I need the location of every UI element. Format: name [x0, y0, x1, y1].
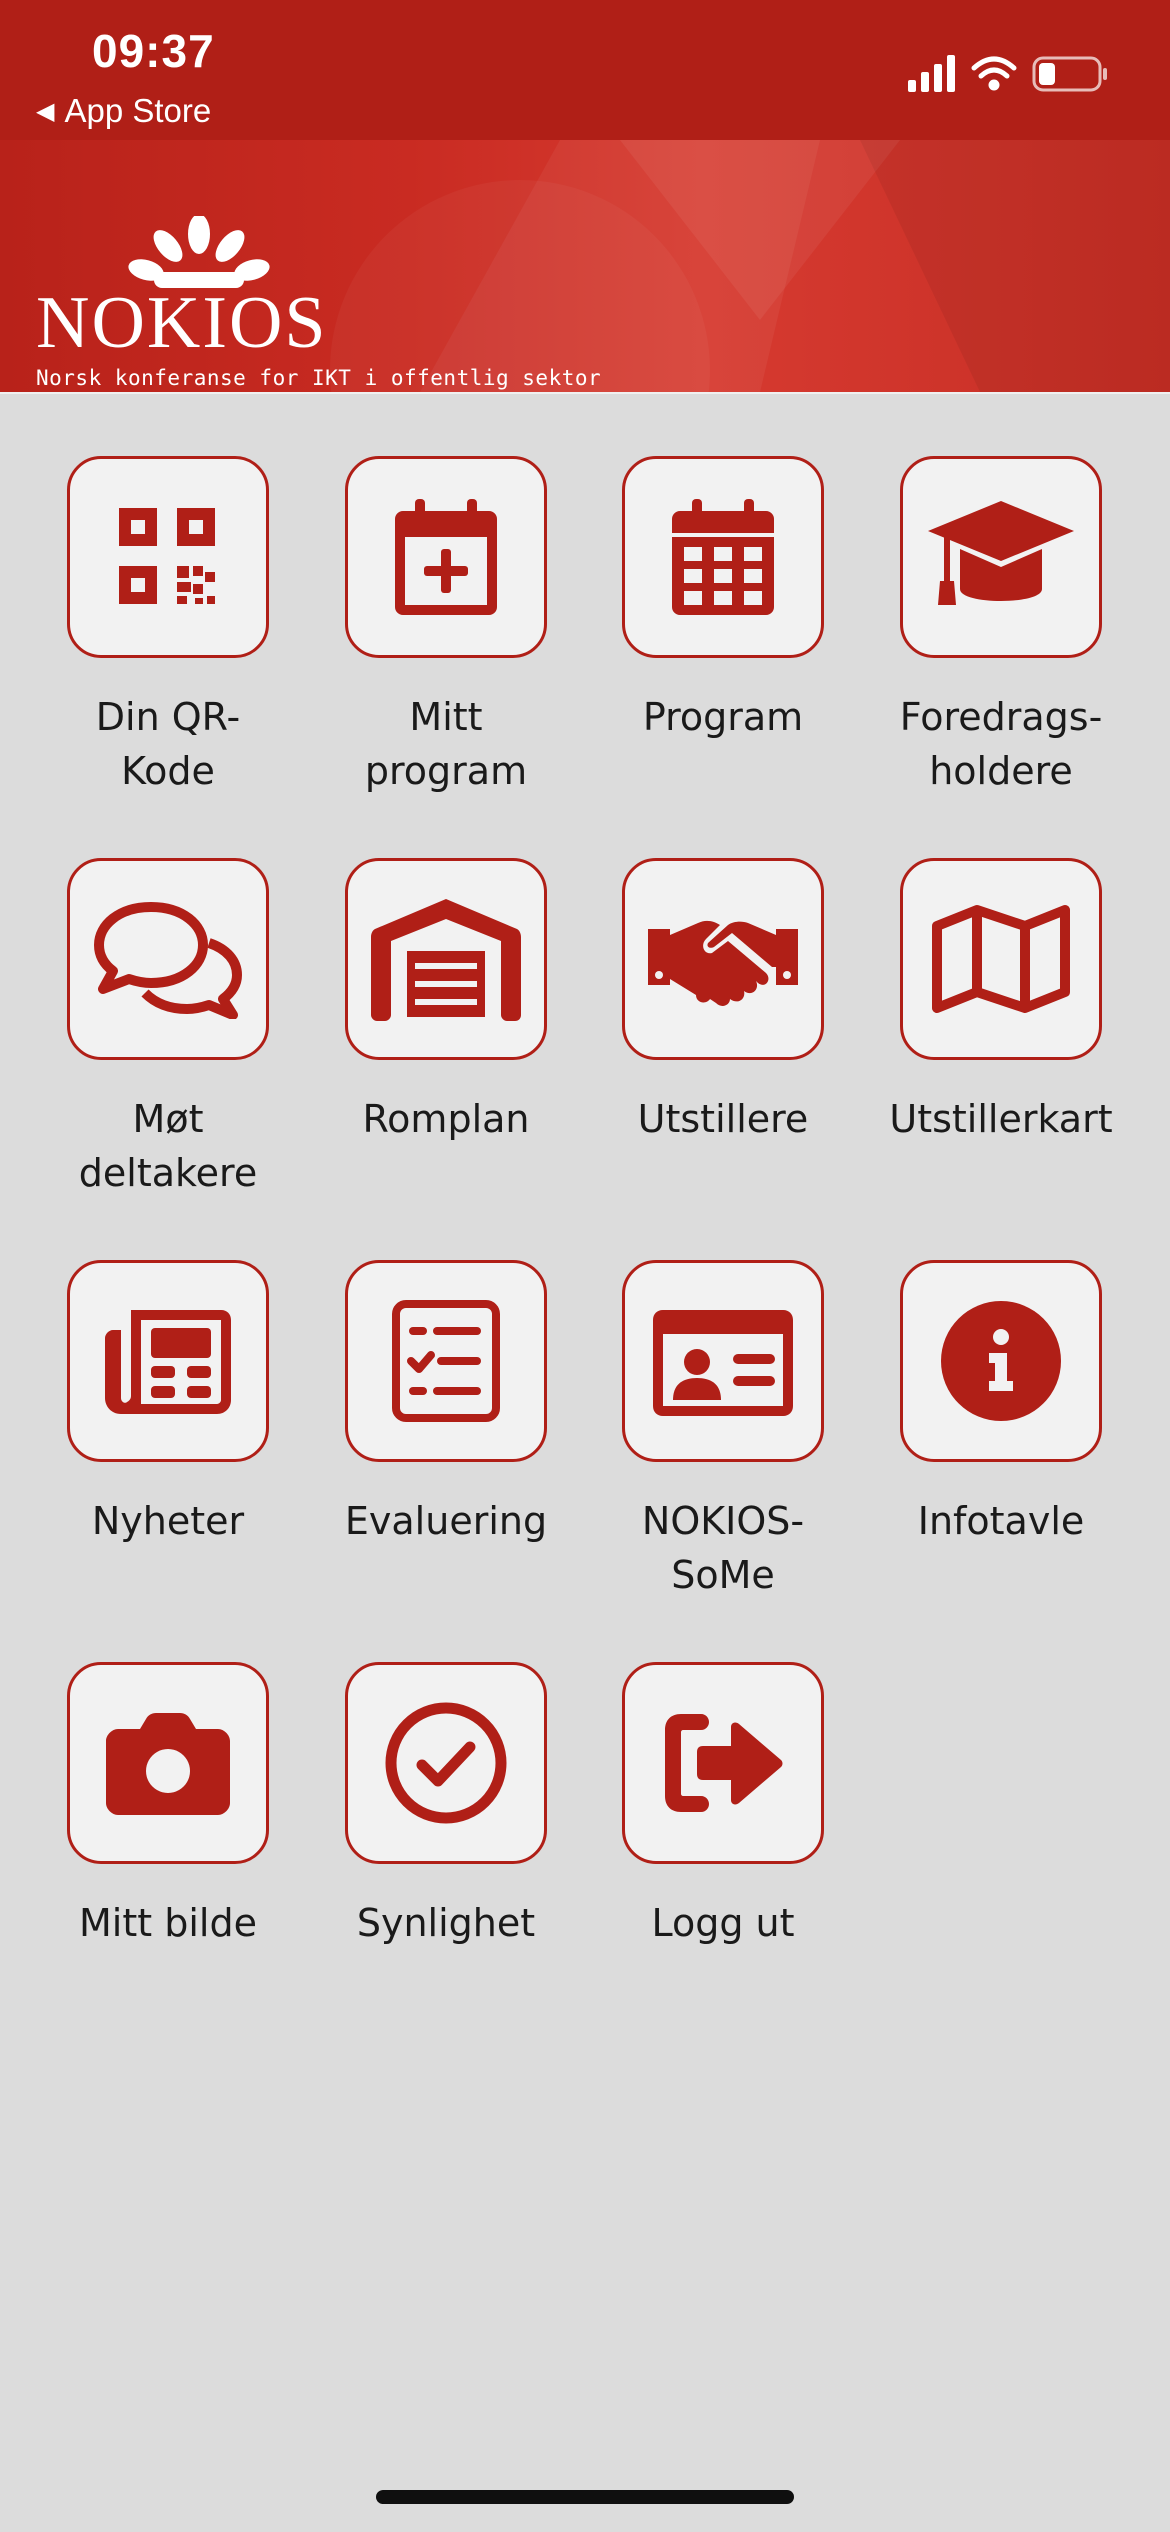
checklist-icon: [392, 1300, 500, 1422]
tile-box[interactable]: [900, 1260, 1102, 1462]
id-card-icon: [653, 1310, 793, 1416]
chat-bubbles-icon: [94, 902, 242, 1019]
tile-label: Utstillere: [637, 1097, 809, 1141]
tile-box[interactable]: [345, 1260, 547, 1462]
newspaper-icon: [105, 1310, 231, 1414]
tile-label: Evaluering: [344, 1499, 548, 1543]
tile-foredragsholdere[interactable]: Foredrags- holdere: [862, 456, 1140, 798]
wifi-icon: [971, 56, 1017, 91]
tile-nyheter[interactable]: Nyheter: [29, 1260, 307, 1548]
battery-icon: [1032, 56, 1107, 92]
tile-box[interactable]: [345, 858, 547, 1060]
tile-box[interactable]: [622, 1662, 824, 1864]
status-icons: [908, 55, 1107, 92]
tile-label: NOKIOS- SoMe: [641, 1499, 805, 1597]
tile-box[interactable]: [67, 1662, 269, 1864]
status-time: 09:37: [92, 25, 215, 77]
tile-nokios-some[interactable]: NOKIOS- SoMe: [584, 1260, 862, 1602]
home-indicator[interactable]: [376, 2490, 794, 2504]
tile-mitt-program[interactable]: Mitt program: [307, 456, 585, 798]
tile-label: Synlighet: [356, 1901, 536, 1945]
tile-box[interactable]: [345, 456, 547, 658]
camera-icon: [106, 1713, 230, 1815]
signal-icon: [908, 55, 955, 92]
tile-box[interactable]: [900, 456, 1102, 658]
tile-label: Infotavle: [917, 1499, 1085, 1543]
tile-label: Møt deltakere: [78, 1097, 258, 1195]
tile-mitt-bilde[interactable]: Mitt bilde: [29, 1662, 307, 1950]
back-to-app-store[interactable]: ◀ App Store: [36, 92, 211, 130]
tile-utstillere[interactable]: Utstillere: [584, 858, 862, 1146]
tile-box[interactable]: [622, 456, 824, 658]
tile-synlighet[interactable]: Synlighet: [307, 1662, 585, 1950]
tile-label: Mitt program: [364, 695, 528, 793]
tile-box[interactable]: [67, 456, 269, 658]
tile-label: Logg ut: [651, 1901, 795, 1945]
tile-infotavle[interactable]: Infotavle: [862, 1260, 1140, 1548]
tile-box[interactable]: [622, 858, 824, 1060]
handshake-icon: [648, 920, 798, 1006]
map-icon: [932, 905, 1070, 1013]
tile-utstillerkart[interactable]: Utstillerkart: [862, 858, 1140, 1146]
tile-evaluering[interactable]: Evaluering: [307, 1260, 585, 1548]
tile-logg-ut[interactable]: Logg ut: [584, 1662, 862, 1950]
warehouse-icon: [371, 899, 521, 1021]
tile-mot-deltakere[interactable]: Møt deltakere: [29, 858, 307, 1200]
status-bar: 09:37 ◀ App Store: [0, 0, 1170, 140]
tile-label: Romplan: [362, 1097, 530, 1141]
brand-tagline: Norsk konferanse for IKT i offentlig sek…: [36, 366, 602, 390]
tile-label: Utstillerkart: [889, 1097, 1113, 1141]
calendar-plus-icon: [395, 499, 497, 615]
tile-din-qr-kode[interactable]: Din QR- Kode: [29, 456, 307, 798]
tile-label: Mitt bilde: [79, 1901, 257, 1945]
tile-label: Nyheter: [91, 1499, 245, 1543]
info-icon: [941, 1301, 1061, 1421]
back-label: App Store: [64, 92, 212, 129]
tile-romplan[interactable]: Romplan: [307, 858, 585, 1146]
tile-label: Program: [642, 695, 804, 739]
qr-code-icon: [119, 508, 215, 604]
brand-name: NOKIOS: [36, 282, 328, 364]
tile-box[interactable]: [345, 1662, 547, 1864]
graduation-cap-icon: [928, 501, 1074, 605]
logout-icon: [665, 1714, 783, 1812]
tile-label: Din QR- Kode: [95, 695, 241, 793]
tile-box[interactable]: [900, 858, 1102, 1060]
tile-box[interactable]: [67, 1260, 269, 1462]
header-banner: NOKIOS Norsk konferanse for IKT i offent…: [0, 140, 1170, 394]
tile-box[interactable]: [622, 1260, 824, 1462]
check-circle-icon: [385, 1702, 507, 1824]
tile-box[interactable]: [67, 858, 269, 1060]
tile-label: Foredrags- holdere: [899, 695, 1103, 793]
back-triangle-icon: ◀: [36, 98, 55, 125]
tile-program[interactable]: Program: [584, 456, 862, 744]
calendar-icon: [672, 499, 774, 615]
